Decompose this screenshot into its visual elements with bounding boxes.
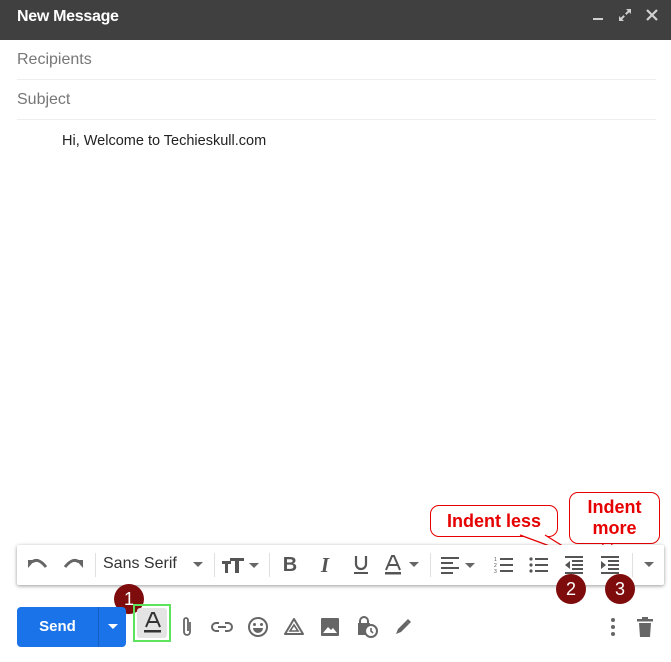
bold-button[interactable]: B xyxy=(275,545,305,585)
insert-photo-button[interactable] xyxy=(317,612,343,642)
insert-drive-button[interactable] xyxy=(281,612,307,642)
redo-button[interactable] xyxy=(58,545,88,585)
bulleted-list-button[interactable] xyxy=(524,545,554,585)
paperclip-icon xyxy=(183,617,191,636)
undo-icon xyxy=(28,558,48,568)
toolbar-divider xyxy=(632,553,633,577)
underline-icon xyxy=(354,556,368,574)
confidential-mode-button[interactable] xyxy=(354,612,380,642)
indent-less-icon xyxy=(565,556,583,574)
numbered-list-icon: 123 xyxy=(494,557,513,574)
send-button[interactable]: Send xyxy=(17,607,98,647)
align-button[interactable] xyxy=(437,545,481,585)
toolbar-divider xyxy=(214,553,215,577)
send-button-group: Send xyxy=(17,607,126,647)
redo-icon xyxy=(63,558,83,568)
photo-icon xyxy=(321,618,339,636)
pen-icon xyxy=(396,619,411,634)
chevron-down-icon xyxy=(644,562,654,567)
align-left-icon xyxy=(441,557,475,574)
annotation-badge-2: 2 xyxy=(556,574,586,604)
italic-button[interactable]: I xyxy=(310,545,340,585)
insert-link-button[interactable] xyxy=(209,612,235,642)
numbered-list-button[interactable]: 123 xyxy=(489,545,519,585)
svg-text:3: 3 xyxy=(494,569,497,574)
underline-button[interactable] xyxy=(346,545,376,585)
bold-icon: B xyxy=(282,553,298,576)
more-vert-icon xyxy=(611,618,615,636)
chevron-down-icon xyxy=(107,624,118,629)
italic-icon: I xyxy=(320,552,330,577)
link-icon xyxy=(211,622,233,632)
send-options-button[interactable] xyxy=(99,607,126,647)
annotation-badge-3: 3 xyxy=(605,574,635,604)
more-options-button[interactable] xyxy=(600,612,626,642)
trash-icon xyxy=(637,617,653,637)
font-size-button[interactable] xyxy=(220,545,262,585)
font-size-icon xyxy=(222,558,259,573)
font-family-select[interactable]: Sans Serif xyxy=(97,545,209,585)
chevron-down-icon xyxy=(193,562,203,567)
font-family-value: Sans Serif xyxy=(103,555,177,572)
drive-icon xyxy=(284,618,304,635)
emoji-icon xyxy=(248,617,268,637)
toolbar-divider xyxy=(430,553,431,577)
indent-more-icon xyxy=(601,556,619,574)
formatting-options-button[interactable] xyxy=(133,604,171,642)
lock-clock-icon xyxy=(358,616,378,638)
attach-files-button[interactable] xyxy=(174,612,200,642)
bulleted-list-icon xyxy=(529,557,548,573)
callout-indent-more-text-line1: Indent xyxy=(587,497,642,517)
callout-indent-more-text-line2: more xyxy=(592,518,637,538)
formatting-options-icon xyxy=(144,612,161,633)
more-formatting-button[interactable] xyxy=(637,545,661,585)
text-color-button[interactable] xyxy=(382,545,424,585)
undo-button[interactable] xyxy=(23,545,53,585)
callout-indent-more: Indent more xyxy=(569,492,660,544)
insert-signature-button[interactable] xyxy=(390,612,416,642)
discard-draft-button[interactable] xyxy=(632,612,658,642)
insert-emoji-button[interactable] xyxy=(245,612,271,642)
toolbar-divider xyxy=(95,553,96,577)
toolbar-divider xyxy=(269,553,270,577)
text-color-icon xyxy=(385,555,419,575)
